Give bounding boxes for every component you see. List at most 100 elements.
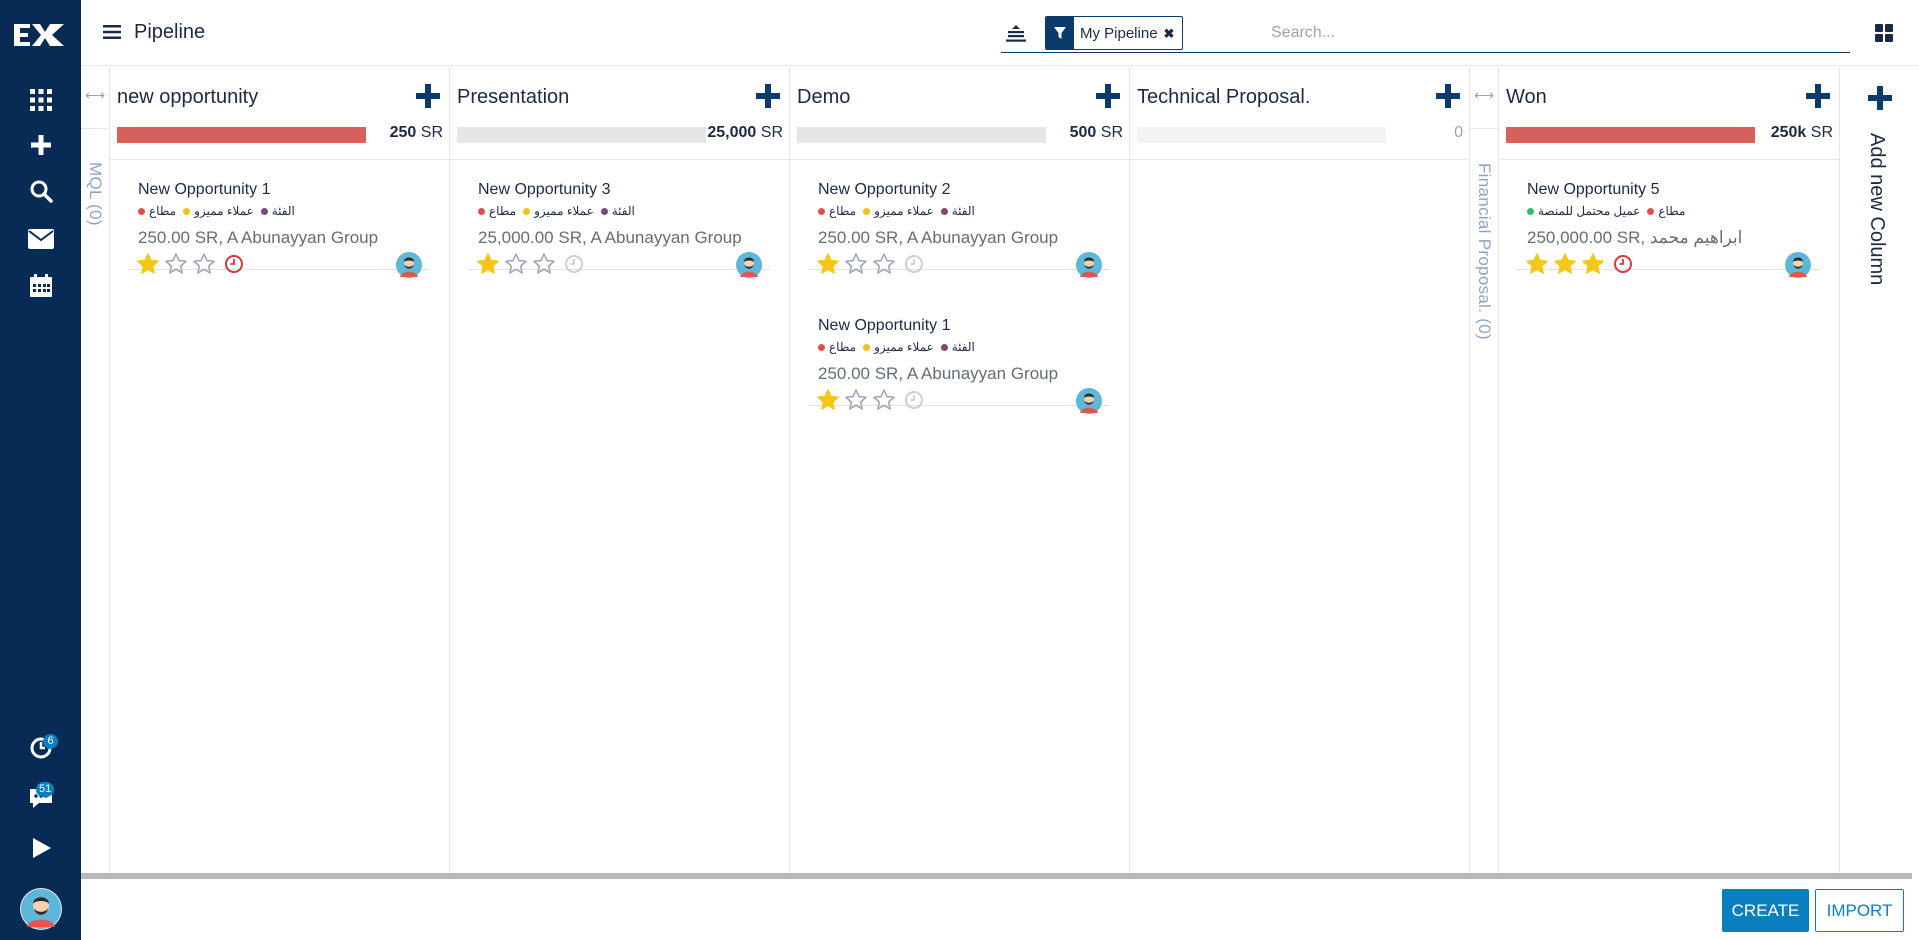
star-empty-icon[interactable]: [532, 252, 560, 276]
column-total: 250k SR: [1770, 124, 1833, 141]
progress-fill: [117, 127, 366, 143]
star-filled-icon[interactable]: [476, 252, 504, 276]
card-subtitle: 250.00 SR, A Abunayyan Group: [818, 228, 1059, 247]
salesperson-avatar[interactable]: [736, 252, 762, 278]
column-progress-bar[interactable]: [1137, 127, 1386, 143]
column-total: 500 SR: [1069, 124, 1123, 141]
card-subtitle: 250,000.00 SR, ابراهيم محمد: [1527, 228, 1743, 247]
create-button[interactable]: CREATE: [1722, 889, 1809, 932]
opportunity-card[interactable]: New Opportunity 1 مطاع عملاء مميزو الفئة 2…: [128, 160, 430, 278]
play-icon[interactable]: [0, 828, 81, 868]
star-empty-icon[interactable]: [844, 252, 872, 276]
page-title: Pipeline: [134, 21, 206, 43]
folded-column-financial-proposal[interactable]: ⟷ Financial Proposal. (0): [1470, 67, 1499, 874]
activity-clock-icon[interactable]: [223, 253, 245, 275]
salesperson-avatar[interactable]: [1076, 252, 1102, 278]
kanban-column: Won 250k SR New Opportunity 5 عميل محتمل…: [1499, 67, 1840, 874]
quick-add-plus-icon[interactable]: [1435, 83, 1461, 109]
priority-stars: [476, 252, 585, 276]
card-subtitle: 25,000.00 SR, A Abunayyan Group: [478, 228, 742, 247]
filter-facet[interactable]: My Pipeline ✖: [1045, 16, 1183, 50]
card-tag: عملاء مميزو: [863, 204, 934, 218]
card-tags: عميل محتمل للمنصة مطاع: [1527, 204, 1692, 218]
tag-color-dot: [863, 343, 871, 351]
star-empty-icon[interactable]: [164, 252, 192, 276]
column-title[interactable]: Presentation: [457, 86, 569, 109]
tag-color-dot: [940, 207, 948, 215]
star-filled-icon[interactable]: [1553, 252, 1581, 276]
opportunity-card[interactable]: New Opportunity 1 مطاع عملاء مميزو الفئة 2…: [808, 296, 1110, 414]
app-logo[interactable]: [12, 20, 68, 55]
calendar-icon[interactable]: [0, 266, 81, 306]
tag-color-dot: [260, 207, 268, 215]
priority-stars: [816, 388, 925, 412]
star-filled-icon[interactable]: [816, 252, 844, 276]
column-progress-bar[interactable]: [1506, 127, 1755, 143]
salesperson-avatar[interactable]: [1785, 252, 1811, 278]
activity-clock-icon[interactable]: [563, 253, 585, 275]
tag-color-dot: [523, 207, 531, 215]
apps-grid-icon[interactable]: [0, 80, 81, 120]
column-title[interactable]: Technical Proposal.: [1137, 86, 1310, 109]
quick-add-plus-icon[interactable]: [755, 83, 781, 109]
salesperson-avatar[interactable]: [1076, 388, 1102, 414]
search-input[interactable]: [1269, 20, 1829, 46]
card-tags: مطاع عملاء مميزو الفئة: [818, 340, 982, 354]
unfold-arrows-icon[interactable]: ⟷: [85, 87, 105, 104]
tag-label: الفئة: [951, 340, 975, 354]
column-title[interactable]: Won: [1506, 86, 1547, 109]
search-options-toggle-icon[interactable]: [1001, 21, 1031, 45]
activity-clock-icon[interactable]: [1612, 253, 1634, 275]
kanban-view-switch-icon[interactable]: [1875, 24, 1893, 47]
folded-column-mql[interactable]: ⟷ MQL (0): [81, 67, 110, 874]
star-filled-icon[interactable]: [136, 252, 164, 276]
activities-clock-icon[interactable]: 6: [0, 728, 81, 768]
kanban-board: ⟷ MQL (0) new opportunity 250 SR New Opp…: [81, 67, 1919, 874]
import-button[interactable]: IMPORT: [1815, 889, 1904, 932]
folded-column-title[interactable]: MQL (0): [85, 162, 105, 226]
kanban-column: new opportunity 250 SR New Opportunity 1…: [110, 67, 450, 874]
quick-create-plus-icon[interactable]: [0, 125, 81, 165]
mail-icon[interactable]: [0, 219, 81, 259]
star-filled-icon[interactable]: [1581, 252, 1609, 276]
star-empty-icon[interactable]: [504, 252, 532, 276]
column-progress-bar[interactable]: [117, 127, 366, 143]
opportunity-card[interactable]: New Opportunity 5 عميل محتمل للمنصة مطاع …: [1517, 160, 1819, 278]
column-title[interactable]: new opportunity: [117, 86, 258, 109]
quick-add-plus-icon[interactable]: [1095, 83, 1121, 109]
column-header: Technical Proposal. 0: [1130, 67, 1469, 160]
remove-filter-icon[interactable]: ✖: [1164, 17, 1182, 49]
column-progress-bar[interactable]: [797, 127, 1046, 143]
quick-add-plus-icon[interactable]: [415, 83, 441, 109]
folded-column-title[interactable]: Financial Proposal. (0): [1474, 163, 1494, 340]
card-tags: مطاع عملاء مميزو الفئة: [818, 204, 982, 218]
star-filled-icon[interactable]: [816, 388, 844, 412]
user-avatar[interactable]: [20, 888, 62, 930]
star-empty-icon[interactable]: [872, 252, 900, 276]
activities-count-badge: 6: [43, 734, 58, 749]
star-filled-icon[interactable]: [1525, 252, 1553, 276]
card-tag: مطاع: [478, 204, 516, 218]
star-empty-icon[interactable]: [844, 388, 872, 412]
filter-funnel-icon: [1046, 17, 1074, 49]
column-title[interactable]: Demo: [797, 86, 850, 109]
star-empty-icon[interactable]: [192, 252, 220, 276]
column-progress-bar[interactable]: [457, 127, 706, 143]
unfold-arrows-icon[interactable]: ⟷: [1474, 87, 1494, 104]
search-icon[interactable]: [0, 171, 81, 211]
salesperson-avatar[interactable]: [396, 252, 422, 278]
add-column-button[interactable]: Add new Column: [1840, 67, 1919, 874]
column-total: 250 SR: [389, 124, 443, 141]
quick-add-plus-icon[interactable]: [1805, 83, 1831, 109]
activity-clock-icon[interactable]: [903, 253, 925, 275]
tag-label: الفئة: [951, 204, 975, 218]
activity-clock-icon[interactable]: [903, 389, 925, 411]
opportunity-card[interactable]: New Opportunity 2 مطاع عملاء مميزو الفئة 2…: [808, 160, 1110, 278]
tag-color-dot: [818, 343, 825, 351]
hamburger-menu-icon[interactable]: [103, 24, 121, 45]
messages-chat-icon[interactable]: 51: [0, 778, 81, 818]
star-empty-icon[interactable]: [872, 388, 900, 412]
opportunity-card[interactable]: New Opportunity 3 مطاع عملاء مميزو الفئة 2…: [468, 160, 770, 278]
add-column-label: Add new Column: [1866, 133, 1888, 286]
horizontal-scrollbar[interactable]: [81, 873, 1912, 879]
